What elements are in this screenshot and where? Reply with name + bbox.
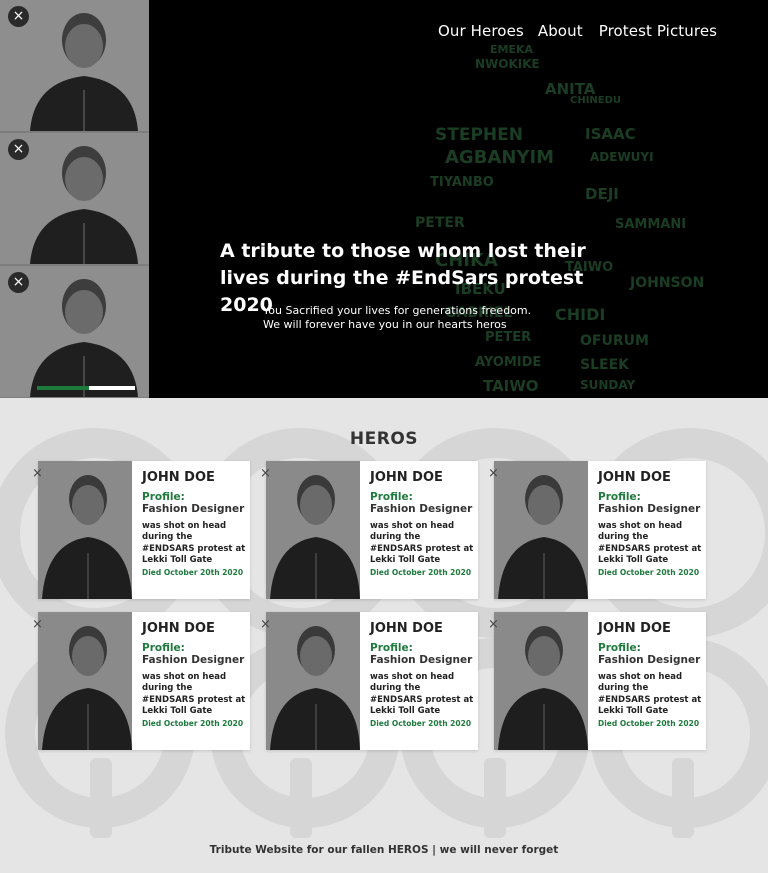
- hero-card[interactable]: × JOHN DOE Profile: Fashion Designer was sho…: [488, 612, 706, 750]
- fist-word: EMEKA: [490, 43, 534, 56]
- close-icon[interactable]: ×: [260, 466, 271, 481]
- hero-info: JOHN DOE Profile: Fashion Designer was shot…: [598, 470, 702, 577]
- hero-name: JOHN DOE: [598, 470, 671, 485]
- nav-about[interactable]: About: [538, 22, 583, 40]
- hero-photo: [38, 461, 132, 599]
- close-icon[interactable]: ×: [8, 6, 29, 27]
- fist-word: DEJI: [585, 185, 619, 203]
- hero-death-date: Died October 20th 2020: [142, 719, 244, 729]
- hero-description: was shot on head during the #ENDSARS pro…: [598, 672, 702, 716]
- hero-photo: [38, 612, 132, 750]
- hero-death-date: Died October 20th 2020: [598, 568, 700, 578]
- top-nav: Our Heroes About Protest Pictures: [438, 22, 717, 40]
- fist-word: JOHNSON: [630, 275, 705, 291]
- hero-description: was shot on head during the #ENDSARS pro…: [142, 672, 246, 716]
- fist-word: NWOKIKE: [475, 57, 540, 71]
- fist-word: TAIWO: [483, 377, 539, 395]
- hero-name: JOHN DOE: [142, 470, 215, 485]
- hero-subtext-line: You Sacrified your lives for generations…: [263, 304, 532, 317]
- profile-label: Profile:: [370, 491, 413, 503]
- fist-word: ISAAC: [585, 125, 636, 143]
- hero-card[interactable]: × JOHN DOE Profile: Fashion Designer was sho…: [32, 612, 250, 750]
- hero-death-date: Died October 20th 2020: [370, 719, 472, 729]
- background-pattern: [484, 758, 506, 838]
- hero-info: JOHN DOE Profile: Fashion Designer was shot…: [142, 470, 246, 577]
- thumbnail[interactable]: ×: [0, 0, 149, 131]
- hero-name: JOHN DOE: [598, 621, 671, 636]
- hero-name: JOHN DOE: [142, 621, 215, 636]
- hero-description: was shot on head during the #ENDSARS pro…: [598, 521, 702, 565]
- close-icon[interactable]: ×: [260, 617, 271, 632]
- fist-word: STEPHEN: [435, 125, 523, 145]
- background-pattern: [290, 758, 312, 838]
- hero-death-date: Died October 20th 2020: [598, 719, 700, 729]
- fist-word: ADEWUYI: [590, 150, 654, 164]
- nav-our-heroes[interactable]: Our Heroes: [438, 22, 524, 40]
- fist-word: AYOMIDE: [475, 355, 542, 370]
- footer-text: Tribute Website for our fallen HEROS | w…: [209, 844, 559, 856]
- fist-word: AGBANYIM: [445, 147, 555, 168]
- hero-photo: [266, 461, 360, 599]
- background-pattern: [672, 758, 694, 838]
- background-pattern: [90, 758, 112, 838]
- fist-word: OFURUM: [580, 333, 649, 349]
- section-title: HEROS: [349, 429, 419, 449]
- profile-label: Profile:: [142, 642, 185, 654]
- fist-word: SLEEK: [580, 357, 629, 373]
- hero-profession: Fashion Designer: [370, 503, 473, 515]
- hero-card[interactable]: × JOHN DOE Profile: Fashion Designer was sho…: [260, 612, 478, 750]
- close-icon[interactable]: ×: [32, 466, 43, 481]
- hero-description: was shot on head during the #ENDSARS pro…: [142, 521, 246, 565]
- slider-progress-fill: [37, 386, 89, 390]
- profile-label: Profile:: [370, 642, 413, 654]
- thumbnail[interactable]: ×: [0, 133, 149, 264]
- hero-subtext-line: We will forever have you in our hearts h…: [263, 318, 507, 331]
- hero-photo: [494, 612, 588, 750]
- hero-banner: EMEKA NWOKIKE ANITA CHINEDU STEPHEN ISAAC AGBA…: [0, 0, 768, 398]
- fist-word: SUNDAY: [580, 378, 636, 392]
- hero-profession: Fashion Designer: [370, 654, 473, 666]
- hero-card[interactable]: × JOHN DOE Profile: Fashion Designer was sho…: [260, 461, 478, 599]
- thumbnail-strip: × × ×: [0, 0, 149, 398]
- close-icon[interactable]: ×: [32, 617, 43, 632]
- hero-death-date: Died October 20th 2020: [142, 568, 244, 578]
- hero-info: JOHN DOE Profile: Fashion Designer was shot…: [598, 621, 702, 728]
- profile-label: Profile:: [598, 491, 641, 503]
- hero-name: JOHN DOE: [370, 470, 443, 485]
- fist-word: PETER: [485, 330, 532, 345]
- hero-info: JOHN DOE Profile: Fashion Designer was shot…: [142, 621, 246, 728]
- hero-subtext: You Sacrified your lives for generations…: [263, 304, 531, 332]
- hero-name: JOHN DOE: [370, 621, 443, 636]
- fist-word: TIYANBO: [430, 175, 494, 190]
- profile-label: Profile:: [598, 642, 641, 654]
- hero-profession: Fashion Designer: [598, 503, 701, 515]
- nav-protest-pictures[interactable]: Protest Pictures: [599, 22, 717, 40]
- profile-label: Profile:: [142, 491, 185, 503]
- hero-description: was shot on head during the #ENDSARS pro…: [370, 672, 474, 716]
- close-icon[interactable]: ×: [488, 466, 499, 481]
- hero-info: JOHN DOE Profile: Fashion Designer was shot…: [370, 621, 474, 728]
- hero-photo: [494, 461, 588, 599]
- hero-photo: [266, 612, 360, 750]
- close-icon[interactable]: ×: [488, 617, 499, 632]
- hero-card[interactable]: × JOHN DOE Profile: Fashion Designer was sho…: [32, 461, 250, 599]
- hero-profession: Fashion Designer: [142, 654, 245, 666]
- fist-word: CHINEDU: [570, 95, 622, 106]
- fist-word: SAMMANI: [615, 217, 687, 232]
- hero-info: JOHN DOE Profile: Fashion Designer was shot…: [370, 470, 474, 577]
- hero-profession: Fashion Designer: [598, 654, 701, 666]
- hero-card[interactable]: × JOHN DOE Profile: Fashion Designer was sho…: [488, 461, 706, 599]
- hero-profession: Fashion Designer: [142, 503, 245, 515]
- heros-section: HEROS × JOHN DOE Profile: Fashion Designer w…: [0, 398, 768, 873]
- hero-description: was shot on head during the #ENDSARS pro…: [370, 521, 474, 565]
- fist-word: PETER: [415, 215, 465, 231]
- close-icon[interactable]: ×: [8, 272, 29, 293]
- thumbnail[interactable]: ×: [0, 266, 149, 397]
- slider-progress: [37, 386, 135, 390]
- close-icon[interactable]: ×: [8, 139, 29, 160]
- fist-icon: EMEKA NWOKIKE ANITA CHINEDU STEPHEN ISAAC AGBA…: [395, 43, 725, 395]
- hero-death-date: Died October 20th 2020: [370, 568, 472, 578]
